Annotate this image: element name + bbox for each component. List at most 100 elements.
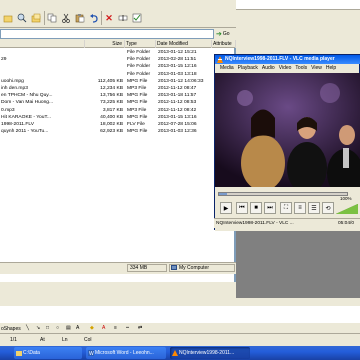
vlc-titlebar[interactable]: NQInterview1998-2011.FLV - VLC media pla… — [215, 55, 360, 64]
vlc-menu-tools[interactable]: Tools — [295, 64, 307, 73]
column-header-type[interactable]: Type — [125, 40, 156, 48]
file-date: 2013-01-15 12:16 — [158, 64, 197, 70]
column-header-attribute[interactable]: Attribute — [212, 40, 236, 48]
go-label: Go — [222, 31, 230, 37]
file-row[interactable]: quynh 2011 - YouTu... 62,923 KB MPG File 20… — [0, 128, 236, 135]
vlc-status-time: 05:04/0 — [338, 221, 355, 226]
address-input[interactable] — [0, 29, 214, 39]
vlc-menu-audio[interactable]: Audio — [262, 64, 275, 73]
vlc-menu-playback[interactable]: Playback — [238, 64, 258, 73]
file-row[interactable]: uoohi.mpg 112,405 KB MPG File 2013-01-12 14… — [0, 78, 236, 85]
taskbar-item-vlc[interactable]: NQInterview1998-2011... — [170, 347, 250, 359]
column-header-size[interactable]: Size — [85, 40, 125, 48]
file-row[interactable]: File Folder 2013-01-15 12:16 — [0, 63, 236, 70]
column-header-name[interactable] — [0, 40, 85, 48]
taskbar-item-explorer[interactable]: C:\Data — [14, 347, 82, 359]
file-date: 2012-07-28 15:06 — [158, 122, 197, 127]
textbox-icon[interactable]: ▤ — [66, 325, 71, 331]
properties-icon[interactable] — [131, 12, 143, 24]
autoshapes-menu[interactable]: oShapes — [1, 326, 21, 332]
up-folder-icon[interactable] — [2, 12, 14, 24]
file-row[interactable]: 0.mp3 3,817 KB MP3 File 2012-11-12 08:42 — [0, 107, 236, 114]
file-name: 1998-2011.FLV — [1, 122, 34, 127]
next-icon[interactable]: ⏭ — [264, 202, 276, 214]
delete-icon[interactable]: ✕ — [103, 12, 115, 24]
fill-color-icon[interactable]: ◆ — [90, 325, 94, 331]
vlc-menu-media[interactable]: Media — [220, 64, 234, 73]
paste-icon[interactable] — [74, 12, 86, 24]
status-total-size: 334 MB — [127, 264, 167, 272]
file-date: 2013-01-12 14:06:33 — [158, 78, 204, 84]
file-row[interactable]: 29 File Folder 2013-02-28 11:51 — [0, 56, 236, 63]
file-size: 13,756 KB — [100, 93, 123, 99]
file-size: 62,923 KB — [100, 129, 123, 135]
word-icon: W — [88, 350, 94, 356]
copy-icon[interactable] — [46, 12, 58, 24]
file-date: 2012-11-12 08:42 — [158, 107, 197, 113]
volume-label: 100% — [340, 196, 352, 201]
file-size: 18,002 KB — [100, 122, 123, 127]
file-name: 0.mp3 — [1, 107, 15, 113]
file-date: 2013-01-03 12:36 — [158, 129, 197, 135]
vlc-menu-video[interactable]: Video — [279, 64, 292, 73]
file-row[interactable]: File Folder 2013-01-03 13:18 — [0, 71, 236, 78]
file-row[interactable]: Dom - Van Mai Huong... 73,225 KB MPG File 2… — [0, 99, 236, 106]
word-drawing-toolbar: oShapes ╲ ↘ □ ○ ▤ A ◆ A ≡ ┅ ⇄ — [0, 322, 360, 334]
file-type: MPG File — [127, 114, 148, 120]
rectangle-icon[interactable]: □ — [46, 325, 49, 331]
vlc-status-file: NQInterview1998-2011.FLV - VLC ... — [216, 221, 294, 226]
stop-icon[interactable]: ■ — [250, 202, 262, 214]
fullscreen-icon[interactable]: ⛶ — [280, 202, 292, 214]
file-type: MPG File — [127, 100, 148, 106]
arrow-icon[interactable]: ↘ — [36, 325, 40, 331]
status-at: At — [40, 337, 45, 343]
status-col: Col — [84, 337, 92, 343]
dash-style-icon[interactable]: ┅ — [126, 325, 129, 331]
word-page-bottom — [0, 306, 360, 322]
vlc-menu-help[interactable]: Help — [326, 64, 336, 73]
rename-icon[interactable] — [117, 12, 129, 24]
prev-icon[interactable]: ⏮ — [236, 202, 248, 214]
file-date: 2013-01-18 11:57 — [158, 93, 197, 99]
file-row[interactable]: 1998-2011.FLV 18,002 KB FLV File 2012-07-28… — [0, 121, 236, 128]
line-icon[interactable]: ╲ — [26, 325, 29, 331]
vlc-seek-bar[interactable] — [218, 192, 348, 196]
file-row[interactable]: File Folder 2013-01-12 15:21 — [0, 49, 236, 56]
file-size: 73,225 KB — [100, 100, 123, 106]
file-name: en TPHCM - Nhu Quy... — [1, 93, 53, 99]
extended-settings-icon[interactable]: ≡ — [294, 202, 306, 214]
taskbar-item-word[interactable]: W Microsoft Word - Leeohn... — [86, 347, 166, 359]
vlc-icon — [172, 350, 178, 356]
go-button[interactable]: ➔ Go — [216, 29, 235, 39]
vlc-video-frame[interactable] — [215, 73, 360, 187]
playlist-icon[interactable]: ☰ — [308, 202, 320, 214]
file-row[interactable]: inh den.mp3 12,234 KB MP3 File 2012-11-12 0… — [0, 85, 236, 92]
vlc-seek-progress — [219, 193, 227, 195]
undo-icon[interactable] — [88, 12, 100, 24]
search-icon[interactable] — [16, 12, 28, 24]
arrow-style-icon[interactable]: ⇄ — [138, 325, 142, 331]
cut-icon[interactable] — [60, 12, 72, 24]
file-type: MP3 File — [127, 86, 147, 91]
word-statusbar: 1/1 At Ln Col — [0, 334, 360, 346]
file-date: 2013-01-03 13:18 — [158, 71, 197, 77]
file-date: 2012-11-12 08:47 — [158, 86, 197, 91]
vlc-menu-view[interactable]: View — [311, 64, 322, 73]
go-arrow-icon: ➔ — [216, 31, 222, 38]
column-header-date[interactable]: Date Modified — [156, 40, 212, 48]
volume-slider[interactable] — [335, 203, 359, 215]
oval-icon[interactable]: ○ — [56, 325, 59, 331]
folders-icon[interactable] — [30, 12, 42, 24]
file-size: 112,405 KB — [97, 78, 123, 84]
status-location: My Computer — [169, 264, 235, 272]
loop-icon[interactable]: ⟲ — [322, 202, 334, 214]
file-type: File Folder — [127, 50, 151, 55]
font-color-icon[interactable]: A — [102, 325, 105, 331]
line-style-icon[interactable]: ≡ — [114, 325, 117, 331]
file-type: File Folder — [127, 64, 151, 70]
play-icon[interactable]: ▶ — [220, 202, 232, 214]
file-row[interactable]: en TPHCM - Nhu Quy... 13,756 KB MPG File 20… — [0, 92, 236, 99]
file-row[interactable]: Hit KARAOKE - YouT... 40,400 KB MPG File 20… — [0, 114, 236, 121]
wordart-icon[interactable]: A — [76, 325, 79, 331]
status-ln: Ln — [62, 337, 68, 343]
